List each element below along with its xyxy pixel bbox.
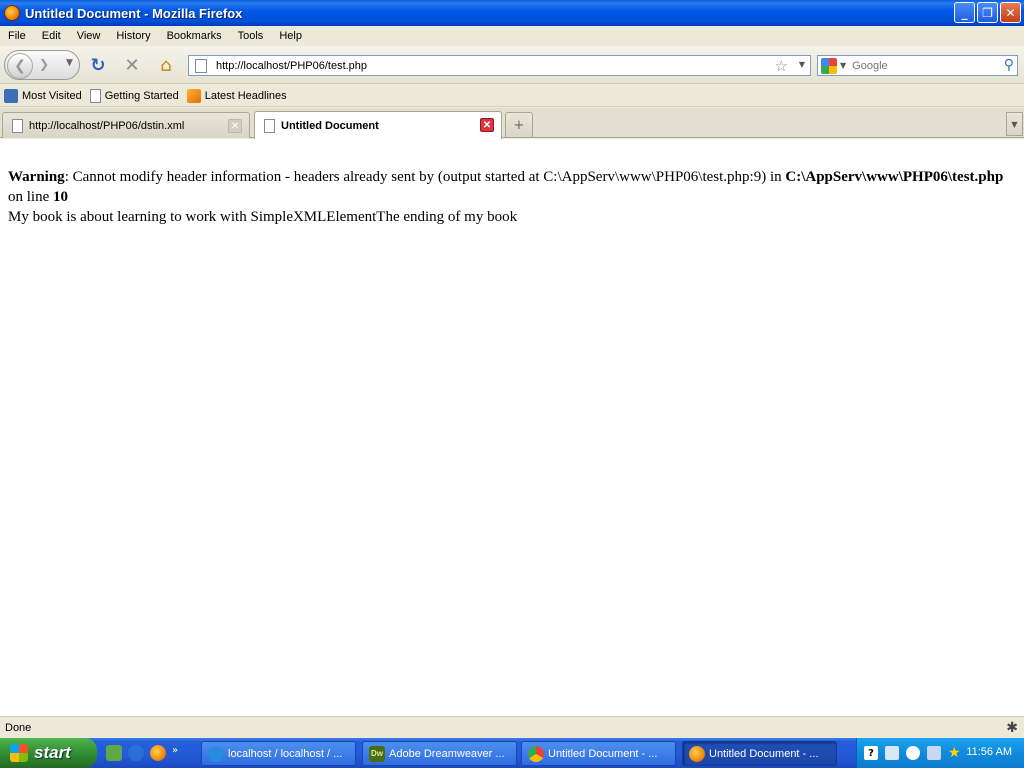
page-icon [264,118,275,133]
warning-label: Warning [8,169,65,185]
tray-network-icon[interactable] [885,746,899,760]
status-bar: Done ✱ [0,716,1024,738]
search-engine-dropdown-icon[interactable]: ▼ [840,61,846,70]
taskbar: start » localhost / localhost / ... Dw A… [0,738,1024,768]
navigation-toolbar: ❮ ❯ ▼ ↻ ✕ ⌂ http://localhost/PHP06/test.… [0,46,1024,84]
minimize-button[interactable]: _ [954,2,975,23]
dreamweaver-icon: Dw [369,745,385,762]
most-visited-icon [4,88,18,103]
start-label: start [34,743,71,762]
close-tab-icon[interactable]: ✕ [228,119,242,133]
firefox-icon [689,745,705,762]
body-text: My book is about learning to work with S… [8,209,518,225]
url-dropdown-icon[interactable]: ▼ [799,60,805,69]
bookmark-latest-headlines[interactable]: Latest Headlines [186,88,287,103]
tab-label: http://localhost/PHP06/dstin.xml [29,119,185,132]
menu-bar: File Edit View History Bookmarks Tools H… [0,26,1024,46]
menu-view[interactable]: View [69,30,109,42]
tab-dstin-xml[interactable]: http://localhost/PHP06/dstin.xml ✕ [2,112,250,138]
task-chrome-untitled[interactable]: Untitled Document - ... [521,741,676,766]
search-input[interactable] [852,59,993,72]
quicklaunch-app-icon[interactable] [106,745,122,761]
tray-monitor-icon[interactable] [927,746,941,760]
task-dreamweaver[interactable]: Dw Adobe Dreamweaver ... [362,741,517,766]
menu-help[interactable]: Help [271,30,310,42]
firefox-icon[interactable] [150,745,166,761]
tab-untitled-document[interactable]: Untitled Document ✕ [254,111,502,139]
start-button[interactable]: start [0,738,97,768]
menu-history[interactable]: History [108,30,158,42]
windows-logo-icon [10,744,28,762]
restore-button[interactable]: ❐ [977,2,998,23]
page-content: Warning: Cannot modify header informatio… [0,139,1024,716]
back-button[interactable]: ❮ [7,53,33,79]
title-bar: Untitled Document - Mozilla Firefox _ ❐ … [0,0,1024,26]
tray-back-icon[interactable] [906,746,920,760]
quicklaunch-chevron-icon[interactable]: » [172,745,178,761]
tab-label: Untitled Document [281,119,379,132]
bookmark-most-visited[interactable]: Most Visited [4,88,82,103]
page-icon [89,88,101,103]
bookmark-getting-started[interactable]: Getting Started [89,88,179,103]
url-text[interactable]: http://localhost/PHP06/test.php [216,60,367,72]
online-text: on line [8,189,53,205]
ie-icon [208,745,224,762]
url-bar[interactable]: http://localhost/PHP06/test.php ☆ ▼ [188,55,811,76]
bookmarks-toolbar: Most Visited Getting Started Latest Head… [0,85,1024,107]
clock[interactable]: 11:56 AM [966,746,1012,758]
new-tab-button[interactable]: + [505,112,533,138]
google-icon[interactable] [821,57,837,74]
warning-file: C:\AppServ\www\PHP06\test.php [785,169,1004,185]
page-icon [12,118,23,133]
status-text: Done [5,721,32,734]
task-localhost[interactable]: localhost / localhost / ... [201,741,356,766]
menu-tools[interactable]: Tools [230,30,272,42]
window-controls: _ ❐ ✕ [954,2,1021,23]
menu-file[interactable]: File [0,30,34,42]
forward-button[interactable]: ❯ [39,57,49,71]
search-bar[interactable]: ▼ ⚲ [817,55,1018,76]
window-title: Untitled Document - Mozilla Firefox [25,5,243,21]
tab-list-dropdown-icon[interactable]: ▼ [1006,112,1023,136]
page-icon [195,58,207,73]
help-icon[interactable]: ? [864,746,878,760]
bookmark-star-icon[interactable]: ☆ [775,57,788,75]
chrome-icon [528,745,544,762]
warning-text: : Cannot modify header information - hea… [64,169,786,185]
ie-icon[interactable] [128,745,144,761]
firebug-icon[interactable]: ✱ [1006,720,1018,736]
close-window-button[interactable]: ✕ [1000,2,1021,23]
tray-star-icon[interactable]: ★ [948,746,962,760]
menu-edit[interactable]: Edit [34,30,69,42]
firefox-icon [4,5,20,21]
history-dropdown-icon[interactable]: ▼ [66,58,73,68]
close-tab-icon[interactable]: ✕ [480,118,494,132]
tab-strip: http://localhost/PHP06/dstin.xml ✕ Untit… [0,108,1024,139]
menu-bookmarks[interactable]: Bookmarks [159,30,230,42]
reload-icon[interactable]: ↻ [87,54,109,76]
quick-launch: » [106,745,178,761]
system-tray: ? ★ 11:56 AM [856,738,1024,768]
line-number: 10 [53,189,68,205]
php-warning: Warning: Cannot modify header informatio… [8,167,1016,207]
back-forward-group: ❮ ❯ ▼ [4,50,80,80]
rss-icon [186,88,201,103]
home-icon[interactable]: ⌂ [155,54,177,76]
stop-icon[interactable]: ✕ [121,54,143,76]
task-firefox-untitled[interactable]: Untitled Document - ... [682,741,837,766]
search-icon[interactable]: ⚲ [1004,57,1014,73]
